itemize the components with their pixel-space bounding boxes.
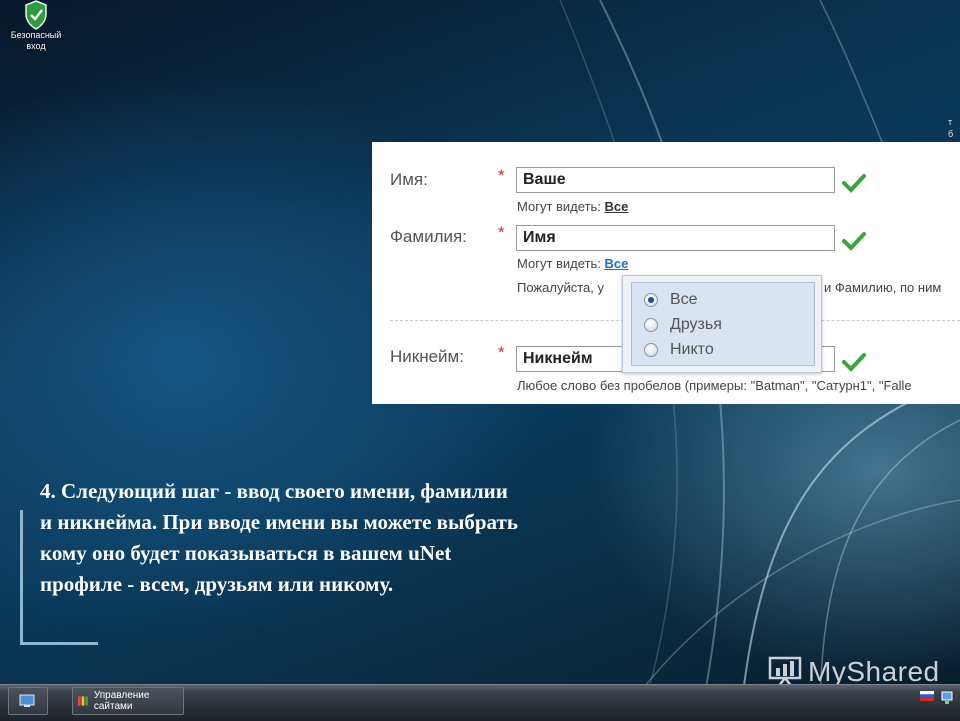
last-name-input[interactable]: [516, 225, 835, 251]
option-label: Друзья: [670, 316, 722, 333]
name-note-right: и Фамилию, по ним: [824, 280, 942, 295]
last-name-visibility-hint: Могут видеть: Все: [517, 256, 628, 271]
visibility-option-nobody[interactable]: Никто: [644, 339, 714, 361]
visibility-dropdown: Все Друзья Никто: [622, 275, 822, 373]
radio-button[interactable]: [644, 293, 658, 307]
visibility-option-friends[interactable]: Друзья: [644, 314, 722, 336]
caption-bracket-horizontal: [20, 642, 98, 645]
valid-check-icon: [842, 174, 866, 193]
radio-button[interactable]: [644, 318, 658, 332]
nickname-hint: Любое слово без пробелов (примеры: "Batm…: [517, 378, 912, 393]
system-tray: [920, 691, 954, 705]
last-name-visibility-link[interactable]: Все: [605, 256, 629, 271]
visibility-option-all[interactable]: Все: [644, 289, 698, 311]
first-name-visibility-link[interactable]: Все: [605, 199, 629, 214]
option-label: Все: [670, 291, 698, 308]
radio-button[interactable]: [644, 343, 658, 357]
desktop-icon: [19, 694, 35, 707]
visibility-options-list: Все Друзья Никто: [631, 282, 815, 366]
first-name-visibility-hint: Могут видеть: Все: [517, 199, 628, 214]
first-name-required-mark: *: [498, 166, 505, 185]
slide-caption: 4. Следующий шаг - ввод своего имени, фа…: [40, 479, 518, 596]
task-label: Управление сайтами: [93, 690, 150, 712]
taskbar: Управление сайтами: [0, 684, 960, 721]
shield-check-icon: [25, 0, 47, 30]
last-name-required-mark: *: [498, 223, 505, 242]
first-name-label: Имя:: [390, 170, 428, 189]
first-name-input[interactable]: [516, 167, 835, 193]
visibility-prefix: Могут видеть:: [517, 256, 601, 271]
nickname-required-mark: *: [498, 343, 505, 362]
visibility-prefix: Могут видеть:: [517, 199, 601, 214]
network-icon[interactable]: [940, 691, 954, 705]
show-desktop-button[interactable]: [8, 687, 48, 715]
last-name-label: Фамилия:: [390, 227, 467, 246]
valid-check-icon: [842, 232, 866, 251]
desktop-shortcut-label: Безопасный вход: [10, 30, 62, 51]
valid-check-icon: [842, 353, 866, 372]
taskbar-task-site-manager[interactable]: Управление сайтами: [72, 687, 184, 715]
desktop-shortcut-secure-login[interactable]: Безопасный вход: [6, 0, 66, 52]
name-note-left: Пожалуйста, у: [517, 280, 604, 295]
registration-form-panel: Имя: * Могут видеть: Все Фамилия: * Могу…: [372, 142, 960, 404]
language-flag-icon[interactable]: [920, 691, 934, 701]
option-label: Никто: [670, 341, 714, 358]
nickname-label: Никнейм:: [390, 347, 464, 366]
caption-bracket-vertical: [20, 510, 23, 644]
app-icon: [77, 696, 89, 706]
